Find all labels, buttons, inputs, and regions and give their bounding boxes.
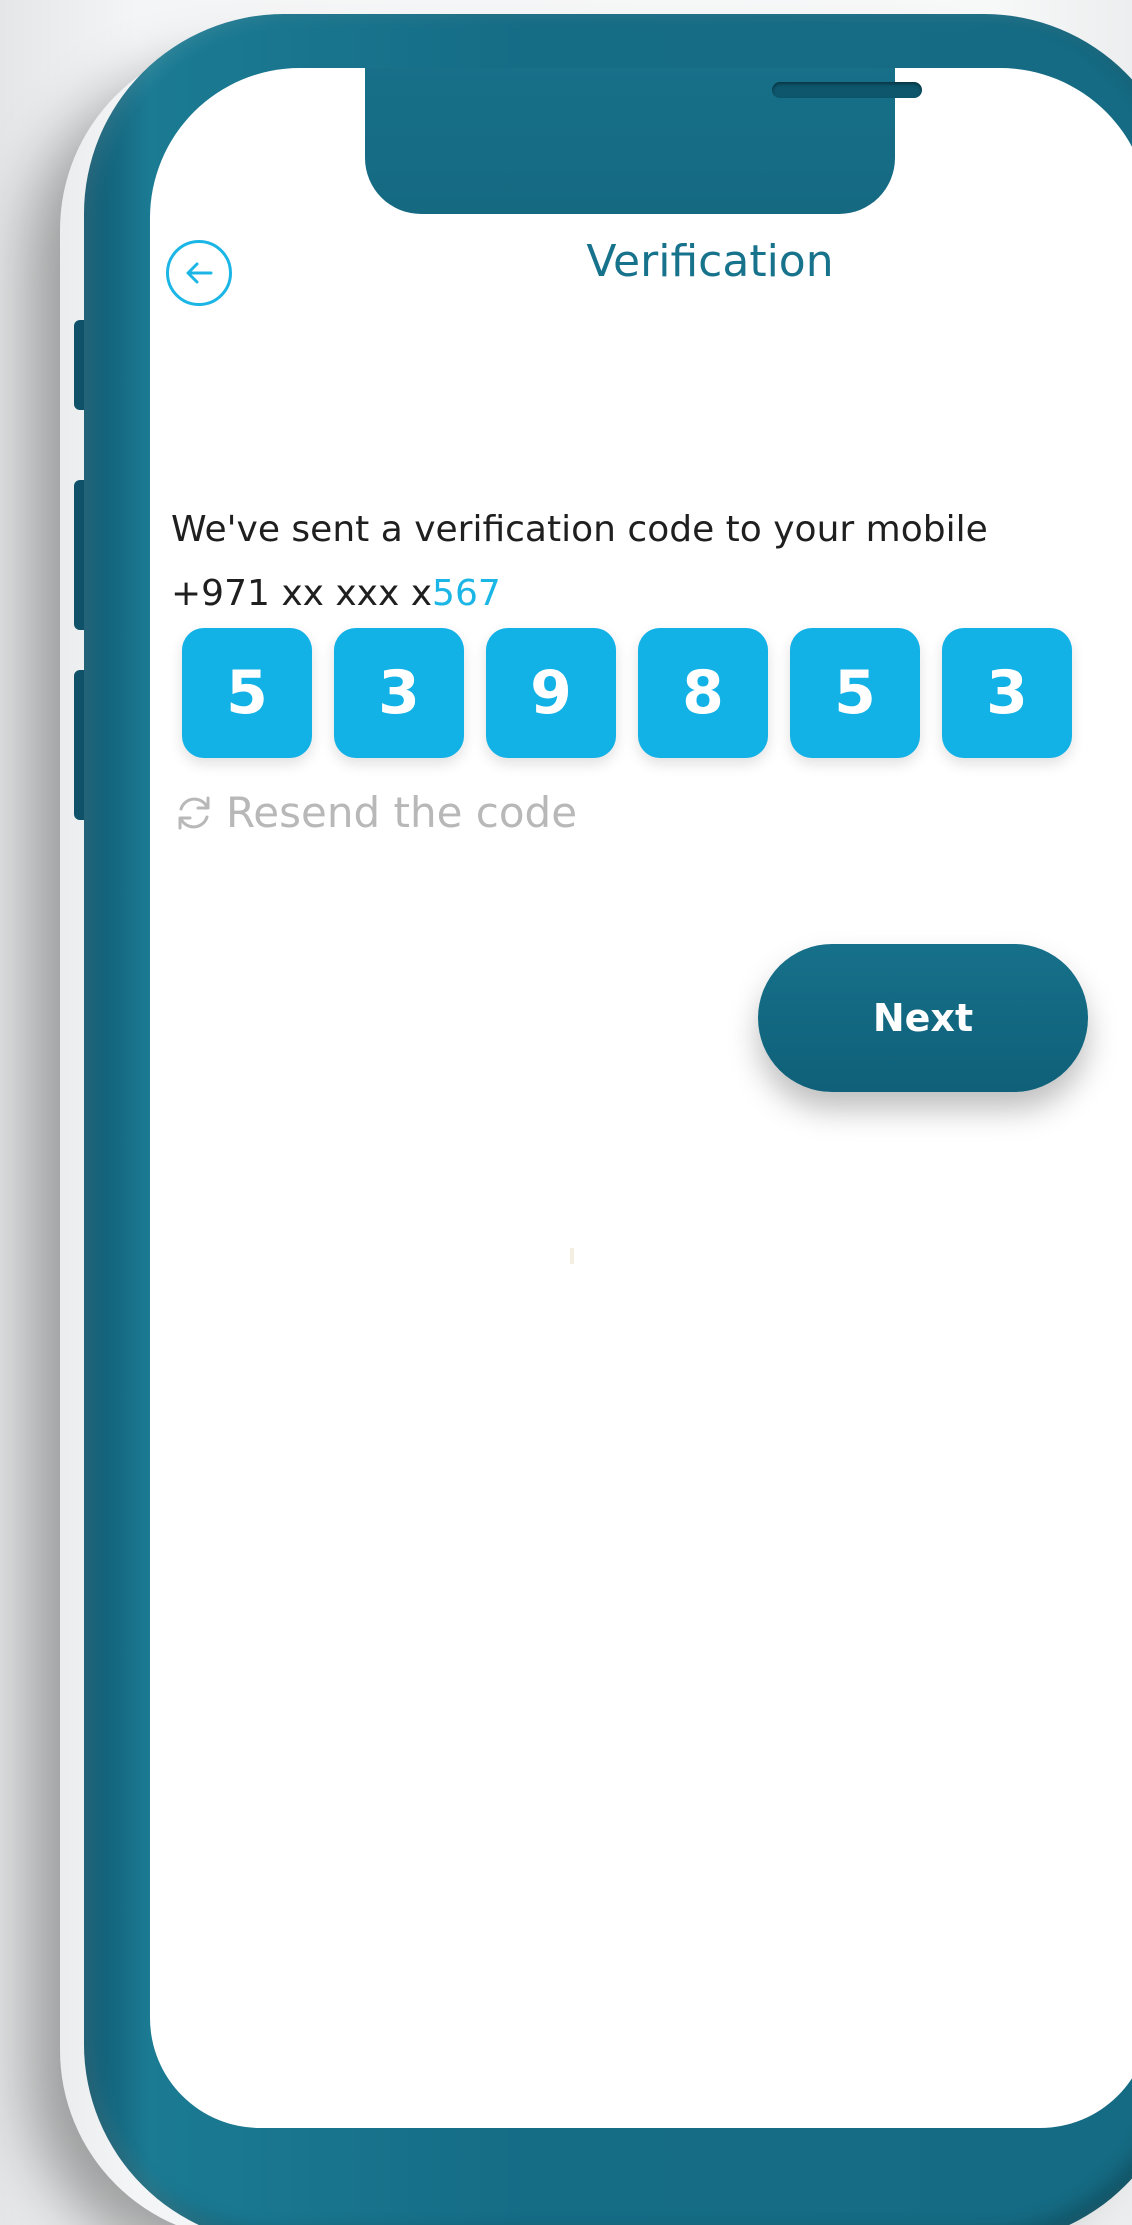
otp-digit-4[interactable]: 8 [638, 628, 768, 758]
phone-screen: Verification We've sent a verification c… [150, 68, 1132, 2128]
stage: Verification We've sent a verification c… [0, 0, 1132, 2225]
verification-message: We've sent a verification code to your m… [171, 498, 1121, 626]
screen-artifact [570, 1248, 574, 1264]
next-button[interactable]: Next [758, 944, 1088, 1092]
otp-digit-5[interactable]: 5 [790, 628, 920, 758]
phone-suffix: 567 [432, 573, 501, 614]
otp-digit-1[interactable]: 5 [182, 628, 312, 758]
otp-input-group: 5 3 9 8 5 3 [182, 628, 1072, 758]
message-line: We've sent a verification code to your m… [171, 509, 988, 550]
resend-code-link[interactable]: Resend the code [172, 788, 577, 837]
otp-digit-6[interactable]: 3 [942, 628, 1072, 758]
next-button-label: Next [872, 996, 974, 1040]
phone-number: +971 xx xxx x567 [171, 562, 1121, 626]
otp-digit-3[interactable]: 9 [486, 628, 616, 758]
phone-prefix: +971 xx xxx x [171, 573, 433, 614]
otp-digit-2[interactable]: 3 [334, 628, 464, 758]
refresh-icon [178, 796, 210, 829]
resend-label: Resend the code [226, 788, 578, 837]
page-title: Verification [586, 236, 834, 287]
phone-notch [365, 68, 922, 214]
speaker-grille [772, 82, 922, 98]
